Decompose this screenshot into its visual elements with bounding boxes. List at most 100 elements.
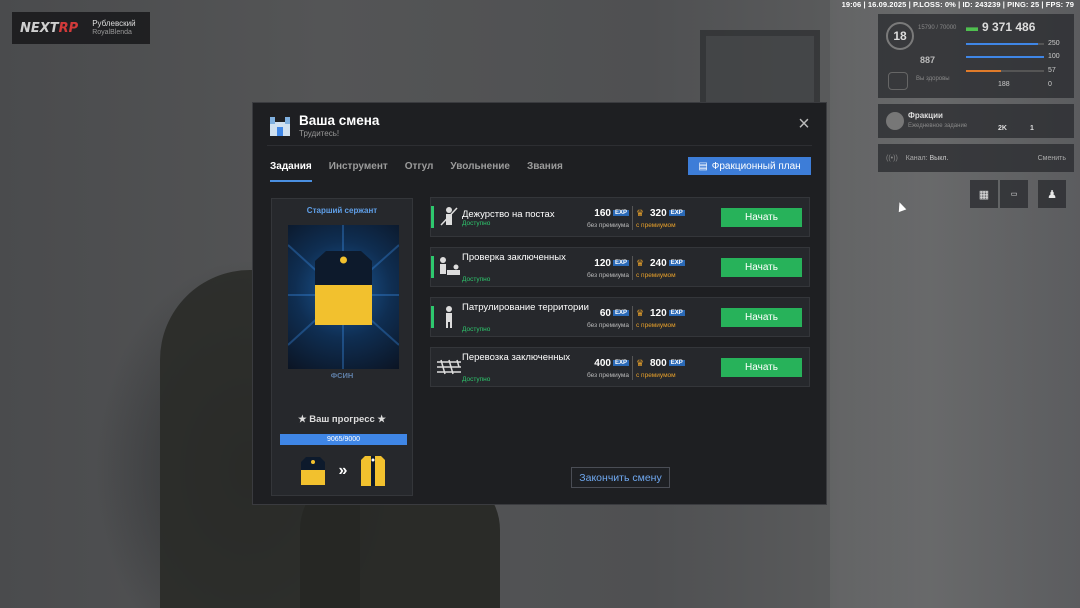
task-name: Перевозка заключенных [462, 352, 571, 363]
rank-name: Старший сержант [306, 206, 378, 215]
reward-divider [632, 206, 633, 230]
crown-icon: ♛ [636, 258, 645, 268]
rating-value: 887 [920, 55, 936, 65]
status-bar: 19:06 | 16.09.2025 | P.LOSS: 0% | ID: 24… [841, 0, 1074, 9]
current-rank-icon [301, 457, 325, 485]
task-status: Доступно [462, 276, 491, 283]
faction-subtitle: Ежедневное задание [908, 123, 968, 129]
base-reward: 120 EXP [594, 258, 629, 269]
task-accent [431, 256, 434, 278]
channel-change-button[interactable]: Сменить [1038, 155, 1066, 162]
armor-bar [966, 56, 1044, 58]
progress-label: ★ Ваш прогресс ★ [298, 414, 386, 425]
modal-subtitle: Трудитесь! [299, 129, 340, 138]
tab-tool[interactable]: Инструмент [329, 161, 388, 182]
faction-plan-label: Фракционный план [711, 160, 801, 172]
tab-dismissal[interactable]: Увольнение [450, 161, 510, 182]
xp-counter: 15790 / 70000 [918, 25, 957, 31]
tab-day-off[interactable]: Отгул [405, 161, 434, 182]
close-icon[interactable]: × [796, 114, 812, 134]
channel-label: Канал: [905, 154, 928, 162]
patrol-icon [446, 306, 452, 328]
health-bar [966, 43, 1044, 45]
tab-ranks[interactable]: Звания [527, 161, 563, 182]
faction-plan-button[interactable]: ▤ Фракционный план [688, 157, 811, 175]
faction-panel[interactable]: Фракции Ежедневное задание 2K 1 [878, 104, 1074, 138]
brand-logo: NEXTRP [20, 20, 79, 36]
reward-divider [632, 306, 633, 330]
start-button[interactable]: Начать [721, 208, 802, 227]
inspection-icon [440, 257, 460, 275]
channel-panel[interactable]: ((•)) Канал: Выкл. Сменить [878, 144, 1074, 172]
base-reward: 160 EXP [594, 208, 629, 219]
document-icon: ▤ [698, 160, 708, 172]
calendar-icon[interactable]: ▦ [970, 180, 998, 208]
rank-organization: ФСИН [330, 371, 354, 380]
bell-icon[interactable]: ♟ [1038, 180, 1066, 208]
shift-modal: Ваша смена Трудитесь! × Задания Инструме… [252, 102, 827, 505]
faction-title: Фракции [908, 111, 943, 120]
next-rank-icon [361, 456, 385, 486]
hunger-bar [966, 70, 1044, 72]
premium-reward: 240 EXP [650, 258, 685, 269]
header-divider [267, 145, 812, 146]
task-status: Доступно [462, 326, 491, 333]
tab-tasks[interactable]: Задания [270, 161, 312, 182]
hunger-value: 57 [1048, 67, 1056, 74]
premium-caption: с премиумом [636, 372, 676, 379]
task-accent [431, 306, 434, 328]
modal-title: Ваша смена [299, 113, 380, 128]
faction-value-2: 1 [1030, 125, 1034, 132]
base-caption: без премиума [586, 272, 629, 279]
server-logo: NEXTRP Рублевский RoyalBlenda [12, 12, 150, 44]
health-value: 250 [1048, 40, 1060, 47]
premium-caption: с премиумом [636, 222, 676, 229]
channel-value: Выкл. [929, 154, 949, 162]
level-badge: 18 [886, 22, 914, 50]
task-name: Проверка заключенных [462, 252, 566, 263]
end-shift-button[interactable]: Закончить смену [571, 467, 670, 488]
base-caption: без премиума [586, 372, 629, 379]
task-row: Перевозка заключенных Доступно 400 EXP бе… [430, 347, 810, 387]
premium-reward: 800 EXP [650, 358, 685, 369]
crown-icon: ♛ [636, 358, 645, 368]
progress-text: 9065/9000 [326, 436, 361, 443]
task-accent [431, 206, 434, 228]
reward-divider [632, 356, 633, 380]
prison-icon [270, 116, 290, 136]
reward-divider [632, 256, 633, 280]
task-status: Доступно [462, 220, 491, 227]
shoulder-strap-icon [288, 225, 399, 369]
crown-icon: ♛ [636, 308, 645, 318]
player-hud: 18 15790 / 70000 ▬ 9 371 486 250 100 57 1… [878, 14, 1074, 98]
fm-icon[interactable]: ▭ [1000, 180, 1028, 208]
server-name: Рублевский RoyalBlenda [92, 19, 136, 36]
radio-icon: ((•)) [886, 154, 898, 162]
premium-caption: с премиумом [636, 272, 676, 279]
double-chevron-icon: » [338, 462, 348, 479]
rank-transition: » [300, 455, 386, 487]
start-button[interactable]: Начать [721, 308, 802, 327]
start-button[interactable]: Начать [721, 258, 802, 277]
base-reward: 400 EXP [594, 358, 629, 369]
money-display: ▬ 9 371 486 [966, 20, 1036, 34]
start-button[interactable]: Начать [721, 358, 802, 377]
rank-card: Старший сержант ФСИН ★ Ваш прогресс ★ 90… [271, 198, 413, 496]
crown-icon: ♛ [636, 208, 645, 218]
health-status: Вы здоровы [916, 76, 950, 82]
progress-bar: 9065/9000 [280, 434, 407, 445]
premium-caption: с премиумом [636, 322, 676, 329]
cash-icon: ▬ [966, 20, 978, 34]
faction-icon [886, 112, 904, 130]
base-reward: 60 EXP [599, 308, 629, 319]
task-name: Патрулирование территории [462, 302, 589, 313]
base-caption: без премиума [586, 222, 629, 229]
armor-value: 100 [1048, 53, 1060, 60]
wanted-value: 0 [1048, 81, 1052, 88]
task-status: Доступно [462, 376, 491, 383]
task-row: Проверка заключенных Доступно 120 EXP без… [430, 247, 810, 287]
task-row: Дежурство на постах Доступно 160 EXP без … [430, 197, 810, 237]
base-caption: без премиума [586, 322, 629, 329]
task-row: Патрулирование территории Доступно 60 EXP… [430, 297, 810, 337]
modal-header: Ваша смена Трудитесь! [267, 113, 379, 138]
